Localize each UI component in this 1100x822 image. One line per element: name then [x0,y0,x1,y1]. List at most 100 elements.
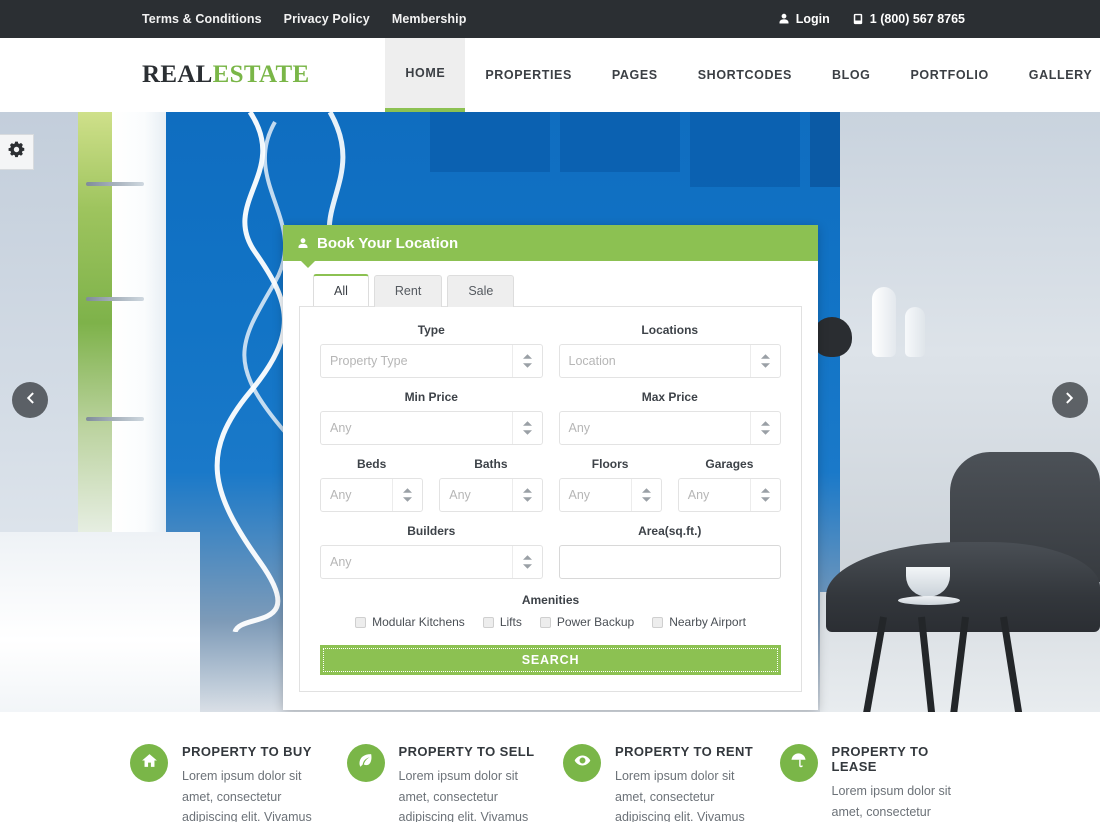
spinner-icon[interactable] [630,479,661,511]
nav-label: PORTFOLIO [910,68,989,82]
slider-prev-button[interactable] [12,382,48,418]
feature-content: PROPERTY TO LEASE Lorem ipsum dolor sit … [832,744,971,822]
nav-label: PROPERTIES [485,68,572,82]
slider-settings-button[interactable] [0,134,34,170]
wall-panel [560,112,680,172]
amenity-modular-kitchens[interactable]: Modular Kitchens [355,615,465,629]
phone-label: 1 (800) 567 8765 [869,12,965,26]
feature-text: Lorem ipsum dolor sit amet, consectetur … [398,769,529,822]
search-panel-header: Book Your Location [283,225,818,268]
home-icon [141,752,158,774]
property-search-panel: Book Your Location All Rent Sale Type Pr… [283,225,818,710]
nav-item-shortcodes[interactable]: SHORTCODES [678,38,812,112]
vase-decor [872,287,896,357]
amenity-power-backup[interactable]: Power Backup [539,615,634,629]
nav-item-blog[interactable]: BLOG [812,38,891,112]
amenity-lifts[interactable]: Lifts [482,615,522,629]
max-price-select[interactable]: Any [558,411,781,445]
logo-part-real: REAL [142,61,213,88]
tab-sale[interactable]: Sale [447,275,515,307]
field-baths: Baths Any [439,457,543,512]
tab-rent[interactable]: Rent [373,275,443,307]
login-button[interactable]: Login [778,12,830,26]
door-hinge [86,182,144,186]
topbar-link-membership[interactable]: Membership [392,12,467,26]
min-price-select[interactable]: Any [320,411,543,445]
feature-content: PROPERTY TO RENT Lorem ipsum dolor sit a… [615,744,754,822]
baths-value: Any [449,488,471,502]
umbrella-icon [790,752,807,774]
phone-icon [852,13,864,25]
nav-item-home[interactable]: HOME [385,38,466,112]
label-min-price: Min Price [404,390,458,404]
spinner-icon[interactable] [511,412,542,444]
feature-property-to-buy: PROPERTY TO BUY Lorem ipsum dolor sit am… [130,744,321,822]
garages-select[interactable]: Any [677,478,781,512]
checkbox-icon[interactable] [652,616,664,628]
floors-select[interactable]: Any [558,478,662,512]
beds-select[interactable]: Any [320,478,424,512]
nav-item-portfolio[interactable]: PORTFOLIO [890,38,1008,112]
spinner-icon[interactable] [511,546,542,578]
amenity-label: Nearby Airport [669,615,746,629]
label-baths: Baths [474,457,508,471]
leaf-icon [357,752,374,774]
field-area: Area(sq.ft.) [558,524,781,579]
area-input[interactable] [558,545,781,579]
leaf-icon-button[interactable] [346,744,385,782]
label-floors: Floors [591,457,629,471]
gears-icon [7,140,26,164]
spinner-icon[interactable] [750,345,780,377]
field-row-price: Min Price Any Max Price Any [320,390,781,445]
spinner-icon[interactable] [750,412,780,444]
field-beds: Beds Any [320,457,424,512]
home-icon-button[interactable] [130,744,168,782]
type-select[interactable]: Property Type [320,344,543,378]
spinner-icon[interactable] [750,479,780,511]
field-type: Type Property Type [320,323,543,378]
tab-label: Rent [394,284,422,298]
feature-property-to-lease: PROPERTY TO LEASE Lorem ipsum dolor sit … [779,744,971,822]
max-price-value: Any [568,421,591,435]
baths-select[interactable]: Any [439,478,543,512]
label-locations: Locations [641,323,699,337]
hero-slider: Book Your Location All Rent Sale Type Pr… [0,112,1100,712]
nav-item-pages[interactable]: PAGES [592,38,678,112]
site-logo[interactable]: REAL ESTATE [142,38,309,112]
search-button[interactable]: SEARCH [320,645,781,675]
label-area: Area(sq.ft.) [638,524,702,538]
topbar-account-area: Login 1 (800) 567 8765 [778,12,965,26]
topbar-link-privacy[interactable]: Privacy Policy [284,12,370,26]
builders-select[interactable]: Any [320,545,543,579]
top-utility-bar: Terms & Conditions Privacy Policy Member… [0,0,1100,38]
locations-select[interactable]: Location [558,344,781,378]
feature-text: Lorem ipsum dolor sit amet, consectetur … [831,784,952,819]
beds-value: Any [330,488,352,502]
checkbox-icon[interactable] [482,616,494,628]
amenity-nearby-airport[interactable]: Nearby Airport [652,615,746,629]
door-hinge [86,297,144,301]
eye-icon [574,752,591,774]
checkbox-icon[interactable] [355,616,367,628]
eye-icon-button[interactable] [563,744,601,782]
phone-number[interactable]: 1 (800) 567 8765 [852,12,965,26]
feature-title: PROPERTY TO SELL [398,744,535,759]
feature-property-to-sell: PROPERTY TO SELL Lorem ipsum dolor sit a… [346,744,538,822]
search-tabs: All Rent Sale [299,274,802,307]
spinner-icon[interactable] [392,479,422,511]
nav-item-gallery[interactable]: GALLERY [1009,38,1100,112]
slider-next-button[interactable] [1052,382,1088,418]
checkbox-icon[interactable] [539,616,551,628]
garages-value: Any [687,488,710,502]
umbrella-icon-button[interactable] [779,744,818,782]
nav-item-properties[interactable]: PROPERTIES [465,38,592,112]
garden-window [78,112,112,552]
topbar-link-terms[interactable]: Terms & Conditions [142,12,262,26]
nav-label: HOME [405,66,446,80]
wall-panel [690,112,800,187]
field-floors: Floors Any [558,457,662,512]
type-select-value: Property Type [330,354,408,368]
spinner-icon[interactable] [511,479,542,511]
tab-all[interactable]: All [313,274,369,306]
spinner-icon[interactable] [511,345,542,377]
